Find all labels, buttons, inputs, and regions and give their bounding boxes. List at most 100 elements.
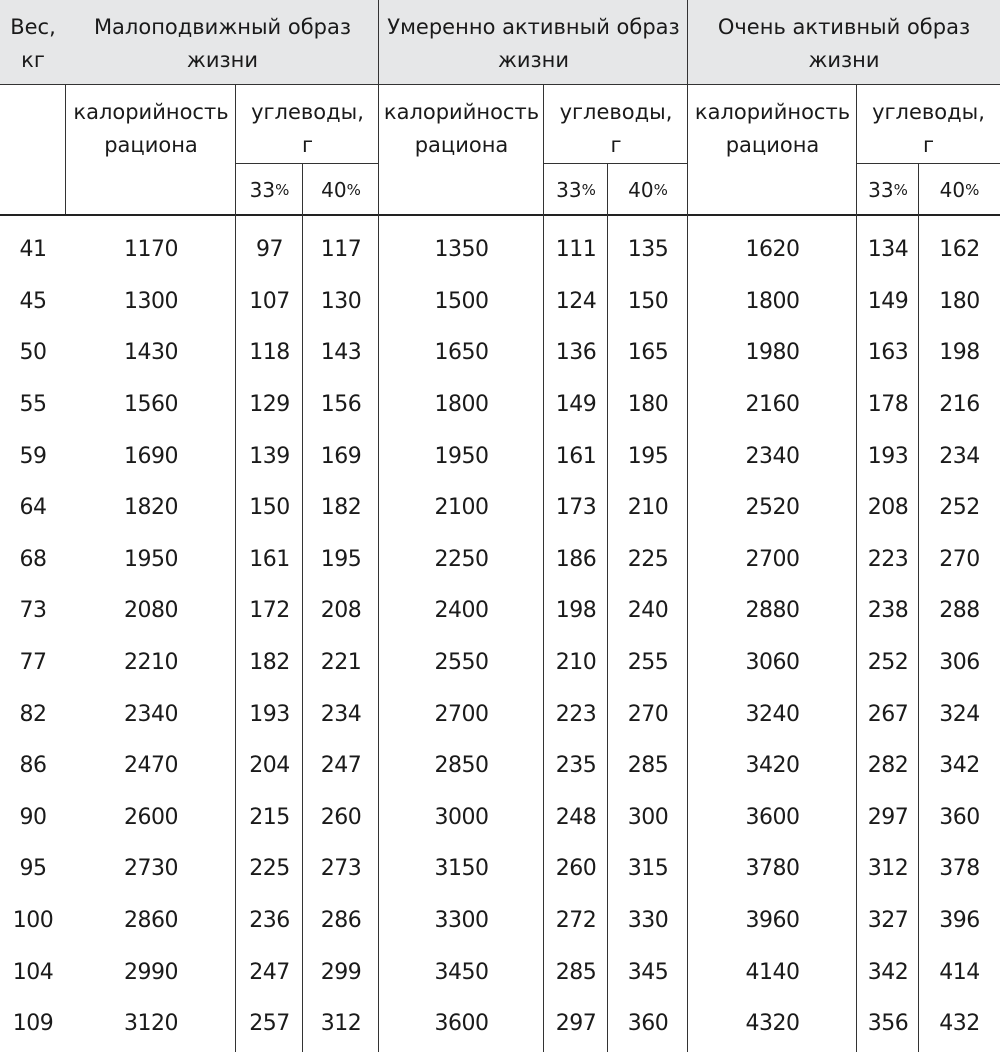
table-row: 95 2730 225 273 3150 260 315 3780 312 378 (0, 843, 1000, 895)
cell-carbs40-moderate: 300 (627, 804, 669, 830)
cell-carbs40-very-active: 234 (939, 443, 980, 469)
table-row: 73 2080 172 208 2400 198 240 2880 238 288 (0, 585, 1000, 637)
cell-carbs40-sedentary: 143 (320, 340, 362, 366)
carbs-divider-sedentary (236, 163, 379, 164)
pct40-header-sedentary: 40% (321, 177, 361, 202)
cell-calories-sedentary: 2340 (124, 701, 179, 727)
cell-carbs33-moderate: 161 (555, 443, 597, 469)
cell-carbs33-very-active: 178 (867, 392, 909, 418)
table-row: 109 3120 257 312 3600 297 360 4320 356 432 (0, 998, 1000, 1050)
cell-calories-very-active: 3780 (745, 856, 801, 882)
cell-carbs40-sedentary: 299 (320, 959, 362, 985)
cell-carbs33-sedentary: 129 (249, 392, 290, 418)
cell-weight: 41 (19, 237, 48, 263)
divider-weight-header (65, 84, 66, 214)
cell-carbs40-very-active: 360 (939, 804, 980, 830)
cell-calories-sedentary: 1430 (124, 340, 179, 366)
cell-carbs40-very-active: 180 (939, 288, 980, 314)
cell-carbs40-moderate: 270 (627, 701, 669, 727)
cell-carbs40-very-active: 270 (939, 546, 980, 572)
cell-calories-sedentary: 1950 (124, 546, 179, 572)
pct33-header-very-active: 33% (868, 177, 908, 202)
cell-carbs33-moderate: 136 (555, 340, 597, 366)
cell-carbs40-sedentary: 156 (320, 392, 362, 418)
cell-carbs33-very-active: 312 (867, 856, 909, 882)
cell-carbs33-sedentary: 225 (249, 856, 290, 882)
cell-carbs33-very-active: 267 (867, 701, 909, 727)
header-bottom-rule (0, 214, 1000, 216)
cell-carbs40-moderate: 285 (627, 753, 669, 779)
table-row: 55 1560 129 156 1800 149 180 2160 178 216 (0, 379, 1000, 431)
cell-carbs33-moderate: 260 (555, 856, 597, 882)
cell-calories-sedentary: 3120 (124, 1011, 179, 1037)
cell-carbs33-sedentary: 215 (249, 804, 290, 830)
cell-carbs33-moderate: 173 (555, 495, 597, 521)
cell-carbs40-sedentary: 117 (320, 237, 362, 263)
cell-calories-sedentary: 2600 (124, 804, 179, 830)
cell-calories-very-active: 2340 (745, 443, 801, 469)
cell-calories-moderate: 3450 (434, 959, 490, 985)
cell-calories-moderate: 3000 (434, 804, 490, 830)
cell-calories-very-active: 4140 (745, 959, 801, 985)
cell-carbs33-very-active: 193 (867, 443, 909, 469)
cell-weight: 104 (12, 959, 54, 985)
cell-carbs40-very-active: 342 (939, 753, 980, 779)
cell-carbs33-sedentary: 257 (249, 1011, 290, 1037)
table-row: 68 1950 161 195 2250 186 225 2700 223 270 (0, 534, 1000, 586)
cell-calories-very-active: 3060 (745, 650, 801, 676)
cell-calories-moderate: 1800 (434, 392, 490, 418)
table-body: 41 1170 97 117 1350 111 135 1620 134 162 45 1300 107… (0, 224, 1000, 1050)
cell-calories-very-active: 3600 (745, 804, 801, 830)
cell-weight: 68 (19, 546, 48, 572)
cell-carbs33-sedentary: 161 (249, 546, 290, 572)
cell-carbs33-moderate: 235 (555, 753, 597, 779)
cell-carbs33-sedentary: 182 (249, 650, 290, 676)
calories-header-sedentary: калорийность рациона (73, 100, 229, 157)
carbs-divider-very-active (857, 163, 1000, 164)
cell-carbs33-very-active: 252 (867, 650, 909, 676)
group-header-moderate: Умеренно активный образ жизни (387, 15, 680, 72)
cell-carbs40-moderate: 330 (627, 908, 669, 934)
cell-weight: 77 (19, 650, 48, 676)
table-row: 82 2340 193 234 2700 223 270 3240 267 324 (0, 688, 1000, 740)
cell-calories-very-active: 1800 (745, 288, 801, 314)
cell-calories-sedentary: 1820 (124, 495, 179, 521)
cell-weight: 95 (19, 856, 48, 882)
cell-carbs33-very-active: 238 (867, 598, 909, 624)
cell-calories-very-active: 2160 (745, 392, 801, 418)
cell-weight: 82 (19, 701, 48, 727)
cell-calories-very-active: 1620 (745, 237, 801, 263)
table-row: 77 2210 182 221 2550 210 255 3060 252 306 (0, 637, 1000, 689)
cell-carbs33-moderate: 198 (555, 598, 597, 624)
cell-carbs33-sedentary: 118 (249, 340, 290, 366)
cell-carbs40-very-active: 432 (939, 1011, 980, 1037)
cell-weight: 73 (19, 598, 48, 624)
cell-weight: 100 (12, 908, 54, 934)
cell-carbs33-very-active: 223 (867, 546, 909, 572)
cell-carbs40-sedentary: 130 (320, 288, 362, 314)
cell-weight: 55 (19, 392, 48, 418)
cell-carbs33-moderate: 186 (555, 546, 597, 572)
cell-carbs40-sedentary: 312 (320, 1011, 362, 1037)
carbs-divider-moderate (544, 163, 688, 164)
table-row: 50 1430 118 143 1650 136 165 1980 163 198 (0, 327, 1000, 379)
pct33-header-sedentary: 33% (249, 177, 290, 202)
cell-calories-sedentary: 2470 (124, 753, 179, 779)
cell-calories-very-active: 1980 (745, 340, 801, 366)
cell-carbs33-moderate: 223 (555, 701, 597, 727)
cell-carbs40-moderate: 165 (627, 340, 669, 366)
cell-calories-moderate: 1650 (434, 340, 490, 366)
cell-carbs33-very-active: 297 (867, 804, 909, 830)
cell-carbs40-sedentary: 234 (320, 701, 362, 727)
cell-carbs33-sedentary: 236 (249, 908, 290, 934)
cell-calories-sedentary: 2990 (124, 959, 179, 985)
cell-carbs40-sedentary: 169 (320, 443, 362, 469)
cell-carbs40-moderate: 240 (627, 598, 669, 624)
cell-carbs40-moderate: 255 (627, 650, 669, 676)
carbs-header-moderate: углеводы, г (559, 100, 673, 157)
cell-weight: 90 (19, 804, 48, 830)
cell-carbs40-sedentary: 273 (320, 856, 362, 882)
cell-calories-sedentary: 1300 (124, 288, 179, 314)
cell-calories-very-active: 2520 (745, 495, 801, 521)
calorie-carb-table: Вес, кг Малоподвижный образ жизни Умерен… (0, 0, 1000, 1052)
